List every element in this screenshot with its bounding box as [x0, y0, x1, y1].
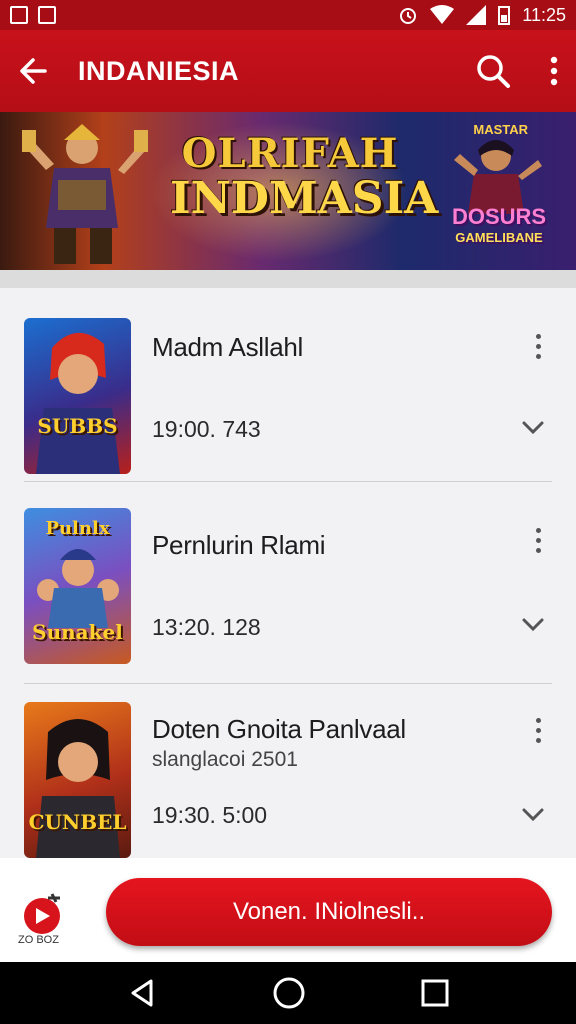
search-icon[interactable]	[476, 54, 510, 88]
alarm-icon	[400, 8, 417, 24]
game-thumbnail[interactable]: SUBBS	[24, 318, 131, 474]
thumbnail-top-label: Pulnlx	[45, 518, 110, 539]
cta-button[interactable]: Vonen. INiolnesli..	[106, 878, 552, 946]
item-time: 19:30. 5:00	[152, 802, 268, 828]
nav-home-icon[interactable]	[272, 976, 306, 1010]
signal-icon	[466, 5, 487, 25]
item-title: Madm Asllahl	[152, 332, 304, 362]
item-menu-icon[interactable]	[534, 718, 542, 743]
banner-badge-line2: GAMELIBANE	[455, 230, 543, 245]
list-item[interactable]: SUBBS Madm Asllahl 19:00. 743	[24, 288, 552, 482]
banner-title: OLRIFAH INDMASIA	[170, 130, 439, 224]
item-subtitle: slanglacoi 2501	[152, 748, 298, 771]
status-time: 11:25	[522, 4, 566, 25]
thumbnail-label: Sunakel	[32, 620, 123, 644]
banner-badge: DOSURS GAMELIBANE	[438, 204, 560, 245]
item-title: Doten Gnoita Panlvaal	[152, 714, 406, 744]
banner-title-line1: OLRIFAH	[181, 130, 399, 177]
overflow-menu-icon[interactable]	[550, 56, 558, 86]
warrior-hero-illustration	[22, 124, 148, 264]
app-logo-icon[interactable]	[22, 892, 66, 936]
game-list: SUBBS Madm Asllahl 19:00. 743 Pulnlx Sun…	[0, 288, 576, 858]
wifi-icon	[430, 5, 455, 24]
gallery-notification-icon	[10, 6, 28, 24]
promo-banner[interactable]: OLRIFAH INDMASIA MASTAR DOSURS GAMELIBAN…	[0, 112, 576, 270]
section-divider	[0, 270, 576, 288]
banner-badge-line1: DOSURS	[451, 204, 547, 229]
item-time: 19:00. 743	[152, 416, 261, 442]
game-thumbnail[interactable]: CUNBEL	[24, 702, 131, 858]
system-nav-bar	[0, 962, 576, 1024]
brand-text: ZO BOZ	[18, 934, 59, 946]
nav-recents-icon[interactable]	[421, 979, 449, 1007]
game-thumbnail[interactable]: Pulnlx Sunakel	[24, 508, 131, 664]
list-item[interactable]: Pulnlx Sunakel Pernlurin Rlami 13:20. 12…	[24, 490, 552, 684]
chevron-down-icon[interactable]	[522, 421, 544, 435]
item-title: Pernlurin Rlami	[152, 530, 326, 560]
back-arrow-icon[interactable]	[18, 56, 48, 86]
status-bar: 11:25	[0, 0, 576, 30]
nav-back-icon[interactable]	[127, 978, 157, 1008]
item-menu-icon[interactable]	[534, 334, 542, 359]
banner-title-line2: INDMASIA	[170, 173, 439, 224]
mail-notification-icon	[38, 6, 56, 24]
item-time: 13:20. 128	[152, 614, 261, 640]
chevron-down-icon[interactable]	[522, 618, 544, 632]
rocker-hero-illustration	[454, 140, 542, 214]
app-bar: INDANIESIA	[0, 30, 576, 112]
chevron-down-icon[interactable]	[522, 808, 544, 822]
thumbnail-character	[36, 332, 120, 474]
page-title: INDANIESIA	[78, 55, 240, 86]
item-menu-icon[interactable]	[534, 528, 542, 553]
list-item[interactable]: CUNBEL Doten Gnoita Panlvaal slanglacoi …	[24, 684, 552, 878]
battery-icon	[498, 6, 511, 25]
thumbnail-label: SUBBS	[37, 414, 118, 438]
thumbnail-label: CUNBEL	[28, 810, 127, 834]
thumbnail-character	[36, 719, 120, 858]
